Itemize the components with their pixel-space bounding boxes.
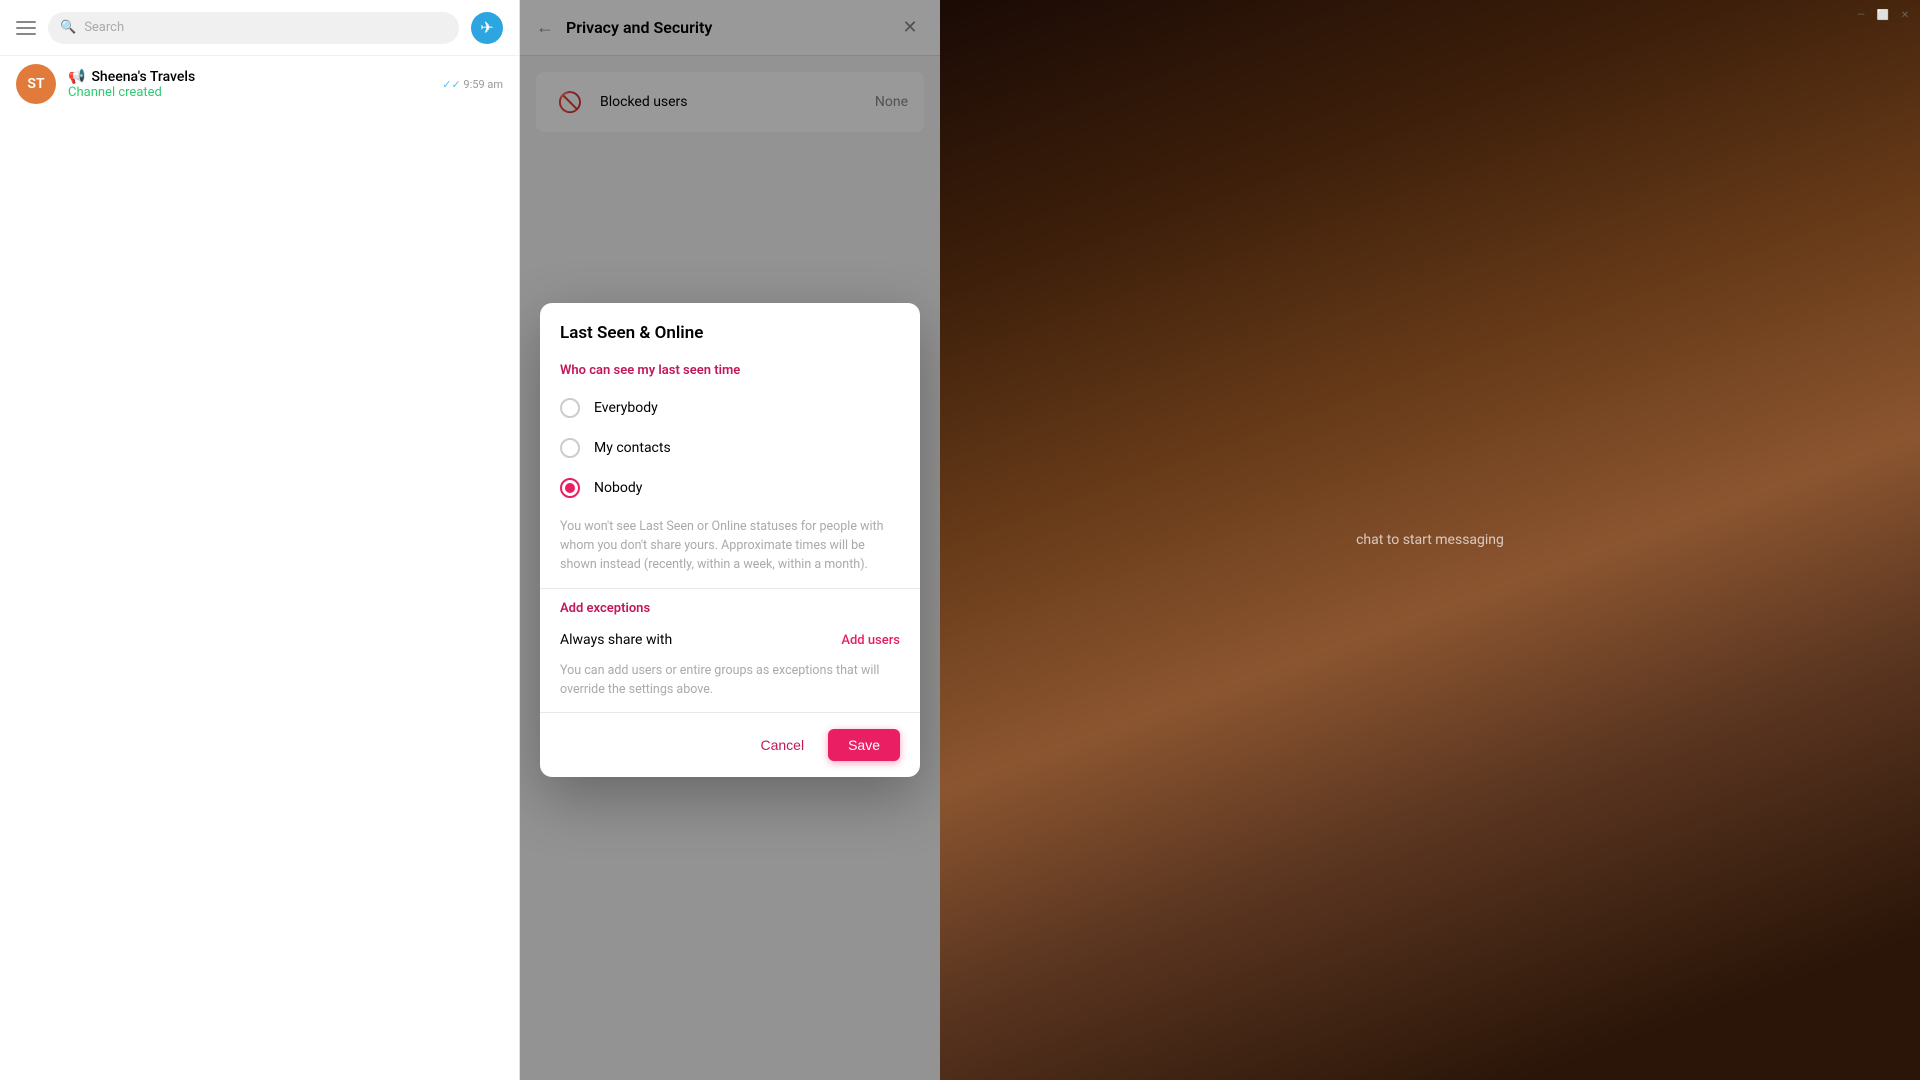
hamburger-menu[interactable]	[16, 18, 36, 38]
close-button[interactable]: ✕	[1898, 8, 1912, 22]
save-button[interactable]: Save	[828, 729, 900, 761]
add-users-button[interactable]: Add users	[841, 633, 900, 648]
telegram-window: 🔍 Search ✈ ST 📢 Sheena's Travels	[0, 0, 940, 1080]
chat-meta-sheenas-travels: ✓✓ 9:59 am	[442, 78, 503, 91]
exceptions-info-text: You can add users or entire groups as ex…	[560, 662, 900, 700]
chat-name-sheenas-travels: 📢 Sheena's Travels	[68, 69, 430, 85]
radio-circle-nobody	[560, 478, 580, 498]
last-seen-dialog: Last Seen & Online Who can see my last s…	[540, 303, 920, 777]
dialog-title: Last Seen & Online	[540, 303, 920, 359]
window-controls: — ⬜ ✕	[1854, 8, 1912, 22]
nobody-info-text: You won't see Last Seen or Online status…	[540, 508, 920, 588]
check-icon: ✓✓	[442, 78, 463, 91]
app-layout: 🔍 Search ✈ ST 📢 Sheena's Travels	[0, 0, 940, 1080]
radio-circle-my-contacts	[560, 438, 580, 458]
search-icon: 🔍	[60, 20, 76, 35]
cancel-button[interactable]: Cancel	[744, 729, 820, 761]
who-can-see-section-header: Who can see my last seen time	[540, 359, 920, 388]
radio-option-nobody[interactable]: Nobody	[560, 468, 900, 508]
radio-label-my-contacts: My contacts	[594, 440, 671, 456]
avatar-sheenas-travels: ST	[16, 64, 56, 104]
radio-inner-nobody	[565, 483, 575, 493]
always-share-label: Always share with	[560, 632, 672, 648]
radio-group: Everybody My contacts Nobody	[540, 388, 920, 508]
hamburger-line-2	[16, 27, 36, 29]
chat-preview-sheenas-travels: Channel created	[68, 85, 430, 100]
radio-label-nobody: Nobody	[594, 480, 642, 496]
dialog-footer: Cancel Save	[540, 713, 920, 777]
chat-info-sheenas-travels: 📢 Sheena's Travels Channel created	[68, 69, 430, 100]
chat-list: ST 📢 Sheena's Travels Channel created ✓✓…	[0, 56, 519, 112]
radio-option-my-contacts[interactable]: My contacts	[560, 428, 900, 468]
minimize-button[interactable]: —	[1854, 8, 1868, 22]
chat-item-sheenas-travels[interactable]: ST 📢 Sheena's Travels Channel created ✓✓…	[0, 56, 519, 112]
search-bar[interactable]: 🔍 Search	[48, 12, 459, 44]
radio-label-everybody: Everybody	[594, 400, 658, 416]
hamburger-line-3	[16, 33, 36, 35]
exceptions-section: Add exceptions Always share with Add use…	[540, 589, 920, 712]
radio-option-everybody[interactable]: Everybody	[560, 388, 900, 428]
dialog-backdrop: Last Seen & Online Who can see my last s…	[520, 0, 940, 1080]
telegram-logo: ✈	[471, 12, 503, 44]
hamburger-line-1	[16, 21, 36, 23]
privacy-panel: ← Privacy and Security ✕ 🚫 Blocked users…	[520, 0, 940, 1080]
channel-icon: 📢	[68, 69, 85, 85]
search-placeholder: Search	[84, 20, 124, 35]
always-share-row: Always share with Add users	[560, 628, 900, 652]
maximize-button[interactable]: ⬜	[1876, 8, 1890, 22]
select-chat-text: chat to start messaging	[1356, 532, 1504, 548]
sidebar: 🔍 Search ✈ ST 📢 Sheena's Travels	[0, 0, 520, 1080]
add-exceptions-header: Add exceptions	[560, 601, 900, 616]
radio-circle-everybody	[560, 398, 580, 418]
sidebar-header: 🔍 Search ✈	[0, 0, 519, 56]
select-chat-panel: chat to start messaging	[940, 0, 1920, 1080]
